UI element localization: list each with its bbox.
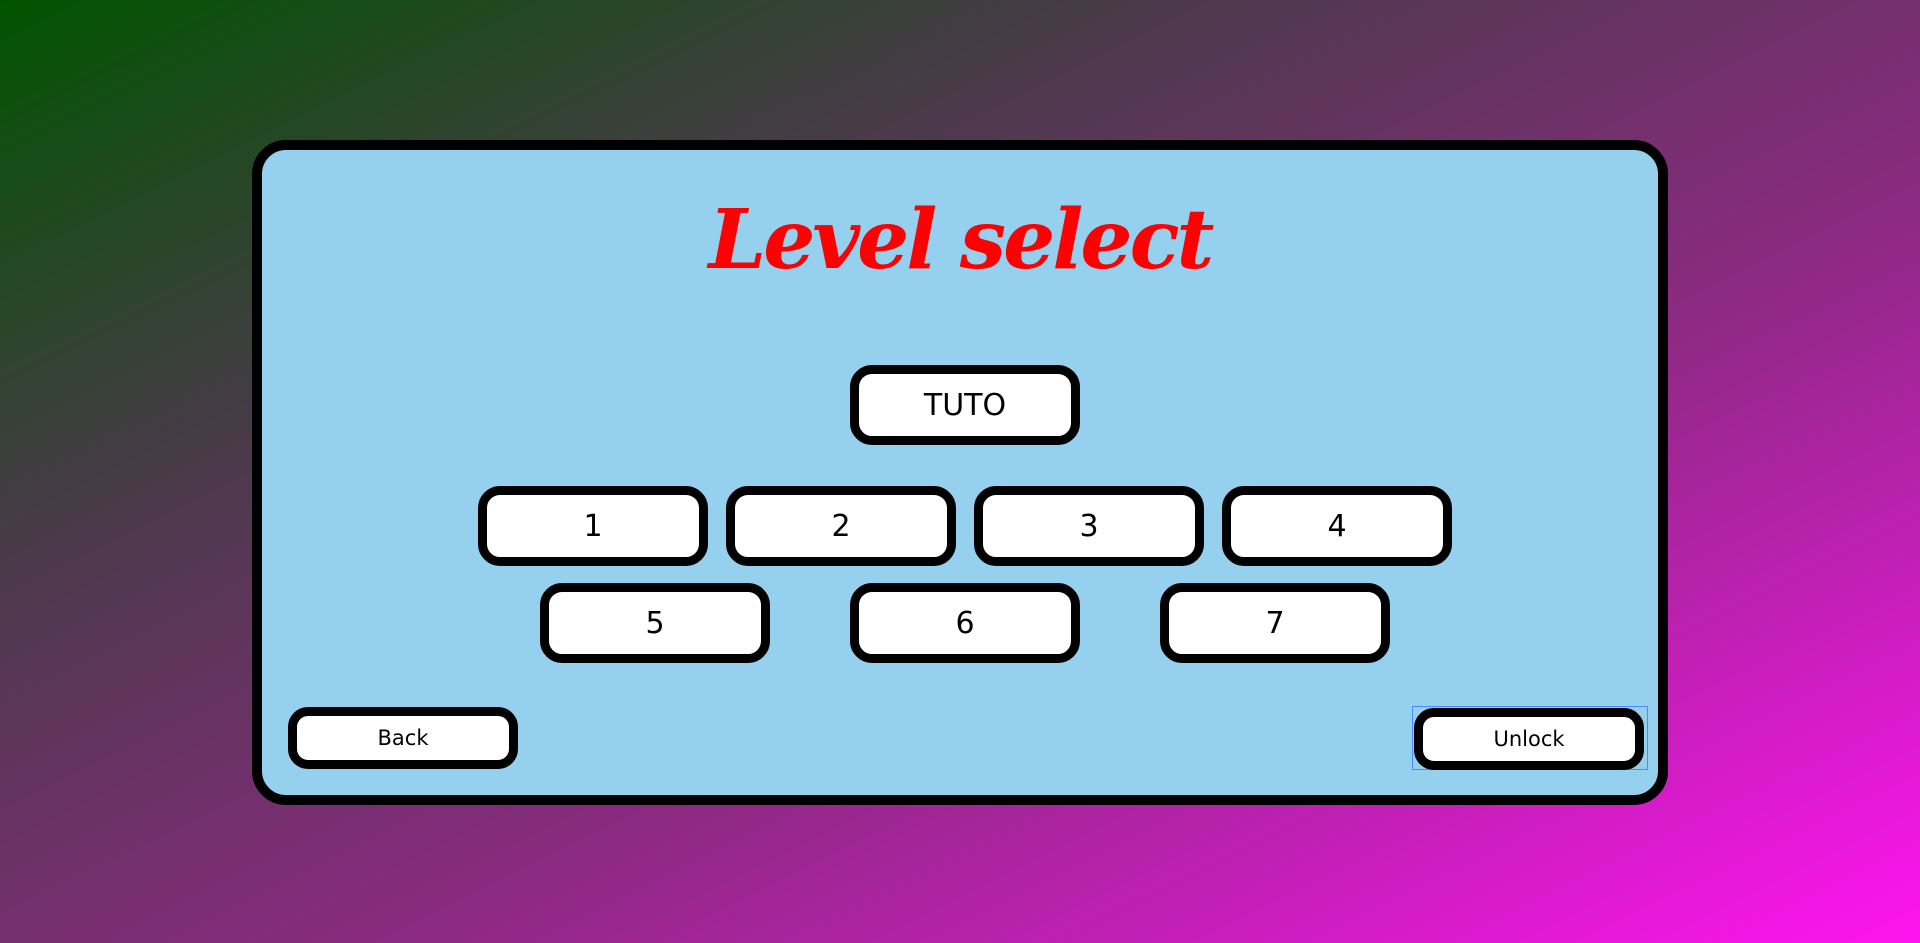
unlock-button[interactable]: Unlock	[1414, 708, 1644, 770]
unlock-focus-outline: Unlock	[1412, 706, 1648, 770]
level-button-1[interactable]: 1	[478, 486, 708, 566]
level-button-4[interactable]: 4	[1222, 486, 1452, 566]
level-button-3[interactable]: 3	[974, 486, 1204, 566]
level-button-2[interactable]: 2	[726, 486, 956, 566]
level-select-panel: Level select TUTO 1 2 3 4 5 6 7 Back Unl…	[252, 140, 1668, 805]
level-button-5[interactable]: 5	[540, 583, 770, 663]
back-button[interactable]: Back	[288, 707, 518, 769]
page-title: Level select	[708, 192, 1215, 288]
level-button-tuto[interactable]: TUTO	[850, 365, 1080, 445]
level-button-6[interactable]: 6	[850, 583, 1080, 663]
level-button-7[interactable]: 7	[1160, 583, 1390, 663]
